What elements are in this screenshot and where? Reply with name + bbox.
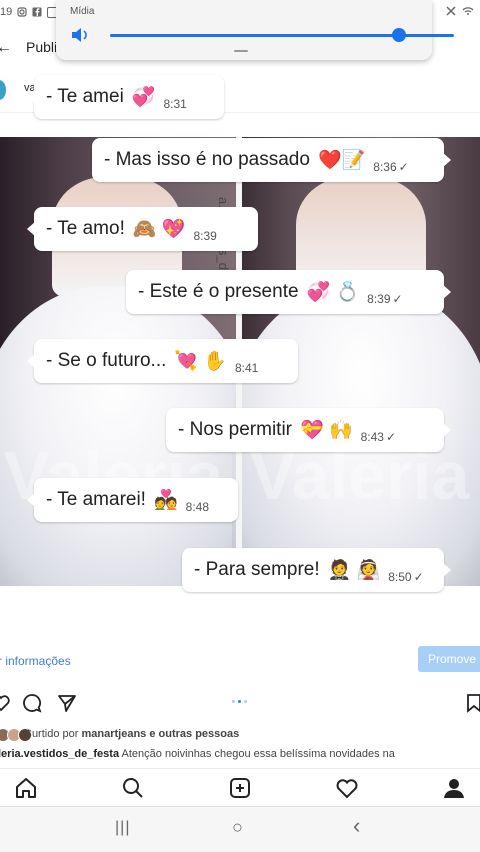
back-button[interactable]: ‹ xyxy=(353,813,360,839)
chat-emoji: 🙈 💖 xyxy=(132,219,186,240)
chat-message-text: - Para sempre! xyxy=(194,559,320,580)
back-arrow-icon[interactable]: ← xyxy=(0,39,12,57)
chat-timestamp: 8:36 xyxy=(373,160,397,174)
promote-button[interactable]: Promove xyxy=(418,646,480,672)
chat-emoji: ❤️📝 xyxy=(317,150,366,171)
chat-bubble: - Te amarei! 💑 8:48 xyxy=(27,478,238,522)
chat-emoji: 🤵 👰 xyxy=(327,560,381,581)
carousel-dots xyxy=(232,700,247,703)
screen: 19 Mídia ← Publicações va a.vestidos_de. xyxy=(0,0,480,852)
mute-icon xyxy=(446,6,456,16)
chat-emoji: 💞 💍 xyxy=(306,282,360,303)
status-time: 19 xyxy=(0,6,13,18)
chat-message-text: - Te amo! xyxy=(46,218,125,239)
chat-bubble: - Para sempre! 🤵 👰 8:50 ✓ xyxy=(182,548,451,592)
chat-timestamp: 8:43 xyxy=(360,430,384,444)
carousel-dot-active xyxy=(238,700,241,703)
wifi-icon xyxy=(462,7,474,15)
liked-by-text: Curtido por manartjeans e outras pessoas xyxy=(24,728,240,740)
chat-message-text: - Nos permitir xyxy=(178,419,293,440)
more-info-link[interactable]: r informações xyxy=(0,654,71,668)
caption-text: Atenção noivinhas chegou essa belíssima … xyxy=(121,748,395,760)
chat-timestamp: 8:39 xyxy=(367,292,391,306)
instagram-icon xyxy=(17,7,27,17)
chat-timestamp: 8:31 xyxy=(163,97,187,111)
chat-message-text: - Te amei xyxy=(46,86,124,107)
recents-button[interactable]: ||| xyxy=(115,819,130,837)
chat-emoji: 💑 xyxy=(153,490,178,511)
like-heart-icon[interactable] xyxy=(0,694,10,712)
carousel-dot xyxy=(232,700,235,703)
carousel-dot xyxy=(244,700,247,703)
post-caption: leria.vestidos_de_festa Atenção noivinha… xyxy=(0,748,478,764)
home-button[interactable]: ○ xyxy=(232,817,243,838)
panel-drag-handle[interactable] xyxy=(234,50,248,52)
chat-bubble: - Te amo! 🙈 💖 8:39 xyxy=(27,207,258,251)
chat-timestamp: 8:50 xyxy=(388,570,412,584)
system-navigation-bar: ||| ○ ‹ xyxy=(0,806,480,852)
chat-bubble: - Se o futuro... 💘 ✋ 8:41 xyxy=(27,339,298,383)
chat-emoji: 💘 ✋ xyxy=(174,351,227,372)
liked-by-row[interactable]: Curtido por manartjeans e outras pessoas xyxy=(0,726,480,744)
read-check-icon: ✓ xyxy=(385,430,397,444)
chat-message-text: - Te amarei! xyxy=(46,489,146,510)
media-volume-panel: Mídia xyxy=(56,0,454,60)
volume-icon[interactable] xyxy=(70,26,90,44)
save-bookmark-icon[interactable] xyxy=(466,693,480,713)
read-check-icon: ✓ xyxy=(413,570,424,584)
chat-message-text: - Mas isso é no passado xyxy=(104,149,310,170)
caption-username[interactable]: leria.vestidos_de_festa xyxy=(0,748,119,760)
search-icon[interactable] xyxy=(121,776,145,800)
facebook-icon xyxy=(32,7,42,17)
read-check-icon: ✓ xyxy=(392,292,403,306)
post-actions xyxy=(0,690,480,722)
home-icon[interactable] xyxy=(14,776,38,800)
read-check-icon: ✓ xyxy=(398,160,409,174)
chat-emoji: 💞 xyxy=(131,87,156,108)
chat-message-text: - Se o futuro... xyxy=(46,350,167,371)
chat-timestamp: 8:48 xyxy=(185,500,209,514)
chat-message-text: - Este é o presente xyxy=(138,281,299,302)
chat-timestamp: 8:41 xyxy=(235,361,259,375)
activity-heart-icon[interactable] xyxy=(335,776,359,800)
chat-bubble: - Este é o presente 💞 💍 8:39 ✓ xyxy=(126,270,451,314)
profile-icon[interactable] xyxy=(442,776,466,800)
media-label: Mídia xyxy=(70,6,95,17)
share-icon[interactable] xyxy=(57,693,77,713)
chat-bubble: - Mas isso é no passado ❤️📝 8:36 ✓ xyxy=(92,138,451,182)
chat-bubble: - Te amei 💞 8:31 xyxy=(27,75,224,119)
comment-icon[interactable] xyxy=(22,693,42,713)
post-info-row: r informações Promove xyxy=(0,646,480,676)
volume-slider-knob[interactable] xyxy=(392,28,406,42)
avatar[interactable] xyxy=(0,80,6,100)
liked-by-user[interactable]: manartjeans xyxy=(81,728,146,740)
chat-timestamp: 8:39 xyxy=(193,229,217,243)
chat-bubble: - Nos permitir 💝 🙌 8:43 ✓ xyxy=(166,408,451,452)
bottom-navigation xyxy=(0,768,480,807)
chat-emoji: 💝 🙌 xyxy=(300,420,353,441)
add-post-icon[interactable] xyxy=(228,776,252,800)
